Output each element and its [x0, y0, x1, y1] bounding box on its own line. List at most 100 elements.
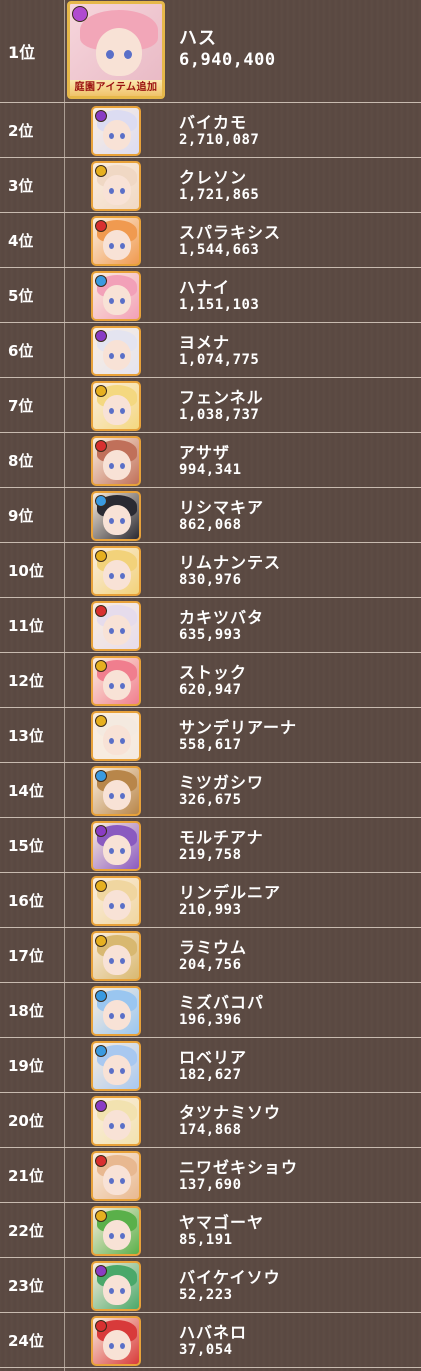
character-portrait-icon[interactable] [91, 711, 141, 761]
portrait-eye [109, 188, 114, 194]
character-portrait-icon[interactable] [91, 271, 141, 321]
ranking-row[interactable]: 17位 ラミウム 204,756 [0, 928, 421, 983]
character-name: スパラキシス [179, 223, 282, 242]
character-portrait-icon[interactable] [91, 931, 141, 981]
ranking-row[interactable]: 18位 ミズバコパ 196,396 [0, 983, 421, 1038]
rank-label: 17位 [8, 946, 44, 965]
ranking-row[interactable]: 10位 リムナンテス 830,976 [0, 543, 421, 598]
portrait-eye [120, 243, 125, 249]
character-portrait-icon[interactable] [91, 436, 141, 486]
portrait-eye [109, 1288, 114, 1294]
portrait-eye [109, 1013, 114, 1019]
ranking-row[interactable]: 9位 リシマキア 862,068 [0, 488, 421, 543]
portrait-eye [109, 1068, 114, 1074]
character-score: 6,940,400 [179, 50, 276, 70]
character-portrait-icon[interactable] [91, 1316, 141, 1366]
portrait-eye [120, 133, 125, 139]
character-portrait-icon[interactable] [91, 766, 141, 816]
portrait-eye [120, 518, 125, 524]
portrait-face [103, 1275, 131, 1305]
ranking-row[interactable]: 14位 ミツガシワ 326,675 [0, 763, 421, 818]
character-portrait-icon[interactable] [91, 876, 141, 926]
ranking-row[interactable]: 7位 フェンネル 1,038,737 [0, 378, 421, 433]
rank-label: 24位 [8, 1331, 44, 1350]
character-portrait-icon[interactable]: 庭園アイテム追加 [67, 1, 165, 99]
ranking-row-top[interactable]: 1位 庭園アイテム追加 ハス 6,940,400 [0, 0, 421, 103]
portrait-eye [109, 793, 114, 799]
character-name: モルチアナ [179, 828, 264, 847]
portrait-eye [109, 1233, 114, 1239]
ranking-row[interactable]: 24位 ハバネロ 37,054 [0, 1313, 421, 1368]
character-portrait-icon[interactable] [91, 1261, 141, 1311]
character-score: 994,341 [179, 462, 242, 478]
portrait-eye [109, 408, 114, 414]
character-portrait-icon[interactable] [91, 381, 141, 431]
portrait-eye [109, 1123, 114, 1129]
ranking-row[interactable]: 22位 ヤマゴーヤ 85,191 [0, 1203, 421, 1258]
ranking-row[interactable]: 6位 ヨメナ 1,074,775 [0, 323, 421, 378]
character-score: 326,675 [179, 792, 242, 808]
rank-label: 12位 [8, 671, 44, 690]
ranking-row[interactable]: 12位 ストック 620,947 [0, 653, 421, 708]
portrait-face [103, 1220, 131, 1250]
ranking-row[interactable]: 11位 カキツバタ 635,993 [0, 598, 421, 653]
character-portrait-icon[interactable] [91, 546, 141, 596]
attribute-orb-icon [95, 605, 107, 617]
character-portrait-icon[interactable] [91, 1096, 141, 1146]
character-portrait-icon[interactable] [91, 601, 141, 651]
portrait-eye [120, 903, 125, 909]
ranking-row[interactable]: 19位 ロベリア 182,627 [0, 1038, 421, 1093]
character-name: ハス [179, 28, 217, 49]
character-portrait-icon[interactable] [91, 1206, 141, 1256]
character-score: 174,868 [179, 1122, 242, 1138]
character-portrait-icon[interactable] [91, 326, 141, 376]
ranking-row[interactable]: 20位 タツナミソウ 174,868 [0, 1093, 421, 1148]
character-portrait-icon[interactable] [91, 986, 141, 1036]
portrait-face [103, 285, 131, 315]
character-name: ロベリア [179, 1048, 248, 1067]
ranking-row[interactable]: 4位 スパラキシス 1,544,663 [0, 213, 421, 268]
character-portrait-icon[interactable] [91, 106, 141, 156]
attribute-orb-icon [95, 330, 107, 342]
portrait-eye [109, 628, 114, 634]
ranking-row[interactable]: 3位 クレソン 1,721,865 [0, 158, 421, 213]
portrait-eye [109, 848, 114, 854]
ranking-row[interactable]: 5位 ハナイ 1,151,103 [0, 268, 421, 323]
portrait-eye [109, 958, 114, 964]
portrait-face [103, 1000, 131, 1030]
rank-label: 5位 [8, 286, 34, 305]
portrait-face [103, 615, 131, 645]
character-portrait-icon[interactable] [91, 1041, 141, 1091]
ranking-row[interactable]: 16位 リンデルニア 210,993 [0, 873, 421, 928]
character-name: ミツガシワ [179, 773, 265, 792]
character-portrait-icon[interactable] [91, 656, 141, 706]
rank-label: 9位 [8, 506, 34, 525]
rank-label: 11位 [8, 616, 44, 635]
portrait-eye [120, 463, 125, 469]
character-portrait-icon[interactable] [91, 491, 141, 541]
portrait-eye [109, 243, 114, 249]
portrait-eye [109, 738, 114, 744]
ranking-row[interactable]: 21位 ニワゼキショウ 137,690 [0, 1148, 421, 1203]
ranking-row[interactable]: 2位 バイカモ 2,710,087 [0, 103, 421, 158]
character-portrait-icon[interactable] [91, 161, 141, 211]
ranking-row[interactable]: 15位 モルチアナ 219,758 [0, 818, 421, 873]
ranking-row[interactable]: 13位 サンデリアーナ 558,617 [0, 708, 421, 763]
character-portrait-icon[interactable] [91, 216, 141, 266]
portrait-face [103, 1330, 131, 1360]
portrait-eye [109, 133, 114, 139]
character-score: 558,617 [179, 737, 242, 753]
portrait-eye [109, 463, 114, 469]
ranking-row[interactable]: 23位 バイケイソウ 52,223 [0, 1258, 421, 1313]
attribute-orb-icon [95, 1045, 107, 1057]
rank-label: 15位 [8, 836, 44, 855]
portrait-eye [106, 50, 114, 59]
character-portrait-icon[interactable] [91, 1151, 141, 1201]
portrait-eye [120, 188, 125, 194]
portrait-eye [120, 958, 125, 964]
character-name: クレソン [179, 168, 248, 187]
ranking-row[interactable]: 8位 アサザ 994,341 [0, 433, 421, 488]
character-name: ヨメナ [179, 333, 231, 352]
character-portrait-icon[interactable] [91, 821, 141, 871]
portrait-eye [120, 848, 125, 854]
